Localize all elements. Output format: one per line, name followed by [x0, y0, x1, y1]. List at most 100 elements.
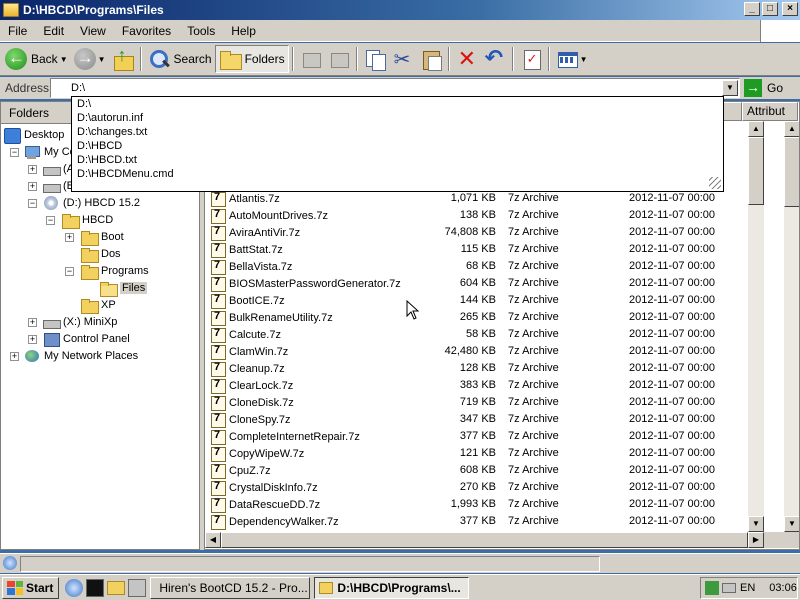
search-button[interactable]: Search: [145, 45, 215, 73]
tree-item-programs[interactable]: Programs: [81, 262, 149, 280]
close-button[interactable]: ×: [782, 2, 798, 16]
menu-view[interactable]: View: [72, 24, 114, 38]
file-row[interactable]: CopyWipeW.7z 121 KB 7z Archive 2012-11-07 0…: [205, 445, 757, 462]
vertical-scrollbar[interactable]: ▲ ▼: [784, 121, 799, 532]
tray-drive-icon[interactable]: [722, 583, 736, 593]
delete-button[interactable]: [453, 45, 481, 73]
file-row[interactable]: AutoMountDrives.7z 138 KB 7z Archive 2012-1…: [205, 207, 757, 224]
menu-help[interactable]: Help: [223, 24, 264, 38]
file-row[interactable]: DataRescueDD.7z 1,993 KB 7z Archive 2012-11…: [205, 496, 757, 513]
scroll-up-button[interactable]: ▲: [784, 121, 799, 137]
clock[interactable]: 03:06: [769, 582, 797, 594]
undo-button[interactable]: [481, 45, 509, 73]
tree-item-boot[interactable]: Boot: [81, 228, 124, 246]
autocomplete-item[interactable]: D:\HBCDMenu.cmd: [72, 167, 723, 181]
expand-toggle[interactable]: +: [28, 165, 37, 174]
file-row[interactable]: AviraAntiVir.7z 74,808 KB 7z Archive 2012-1…: [205, 224, 757, 241]
menu-tools[interactable]: Tools: [179, 24, 223, 38]
autocomplete-item[interactable]: D:\: [72, 97, 723, 111]
expand-toggle[interactable]: +: [10, 352, 19, 361]
collapse-toggle[interactable]: −: [65, 267, 74, 276]
file-row[interactable]: CloneSpy.7z 347 KB 7z Archive 2012-11-07 00…: [205, 411, 757, 428]
up-button[interactable]: [109, 45, 137, 73]
collapse-toggle[interactable]: −: [46, 216, 55, 225]
taskbar-task-explorer[interactable]: D:\HBCD\Programs\...: [314, 576, 470, 599]
chevron-down-icon[interactable]: ▼: [98, 55, 106, 64]
file-row[interactable]: CrystalDiskInfo.7z 270 KB 7z Archive 2012-1…: [205, 479, 757, 496]
address-input[interactable]: D:\ ▼: [50, 78, 740, 98]
file-row[interactable]: DependencyWalker.7z 377 KB 7z Archive 2012-…: [205, 513, 757, 530]
tree-item-drive-d[interactable]: (D:) HBCD 15.2: [43, 194, 140, 211]
folders-button[interactable]: Folders: [214, 45, 289, 73]
file-row[interactable]: BIOSMasterPasswordGenerator.7z 604 KB 7z A…: [205, 275, 757, 292]
address-value[interactable]: D:\: [71, 82, 85, 94]
chevron-down-icon[interactable]: ▼: [580, 55, 588, 64]
scroll-down-button[interactable]: ▼: [748, 516, 764, 532]
move-to-button[interactable]: [297, 45, 325, 73]
tree-item-desktop[interactable]: Desktop: [4, 126, 64, 144]
tree-item-files[interactable]: Files: [100, 279, 148, 297]
scroll-thumb[interactable]: [748, 137, 764, 205]
back-button[interactable]: Back ▼: [2, 45, 71, 73]
autocomplete-item[interactable]: D:\HBCD: [72, 139, 723, 153]
scroll-left-button[interactable]: ◀: [205, 532, 221, 548]
language-indicator[interactable]: EN: [740, 582, 755, 594]
tree-item-drive-x[interactable]: (X:) MiniXp: [43, 313, 117, 330]
copy-to-button[interactable]: [325, 45, 353, 73]
inner-vertical-scrollbar[interactable]: ▲ ▼: [748, 121, 764, 532]
address-dropdown-button[interactable]: ▼: [722, 80, 738, 96]
scroll-down-button[interactable]: ▼: [784, 516, 799, 532]
chevron-down-icon[interactable]: ▼: [60, 55, 68, 64]
file-row[interactable]: Calcute.7z 58 KB 7z Archive 2012-11-07 00:0…: [205, 326, 757, 343]
file-row[interactable]: ClearLock.7z 383 KB 7z Archive 2012-11-07 0…: [205, 377, 757, 394]
paste-button[interactable]: [417, 45, 445, 73]
autocomplete-item[interactable]: D:\HBCD.txt: [72, 153, 723, 167]
views-button[interactable]: ▼: [553, 45, 591, 73]
column-header-attributes[interactable]: Attribut: [742, 102, 798, 121]
file-row[interactable]: CloneDisk.7z 719 KB 7z Archive 2012-11-07 0…: [205, 394, 757, 411]
expand-toggle[interactable]: +: [28, 335, 37, 344]
file-row[interactable]: BattStat.7z 115 KB 7z Archive 2012-11-07 00…: [205, 241, 757, 258]
title-bar[interactable]: D:\HBCD\Programs\Files _ □ ×: [0, 0, 800, 20]
go-button[interactable]: → Go: [744, 79, 783, 97]
tree-item-network-places[interactable]: My Network Places: [24, 347, 138, 364]
tree-item-xp[interactable]: XP: [81, 296, 116, 314]
scroll-thumb[interactable]: [221, 532, 748, 548]
scroll-right-button[interactable]: ▶: [748, 532, 764, 548]
expand-toggle[interactable]: +: [28, 318, 37, 327]
file-row[interactable]: Atlantis.7z 1,071 KB 7z Archive 2012-11-07 …: [205, 190, 757, 207]
resize-grip-icon[interactable]: [709, 177, 721, 189]
autocomplete-item[interactable]: D:\changes.txt: [72, 125, 723, 139]
tree-item-dos[interactable]: Dos: [81, 245, 121, 263]
copy-button[interactable]: [361, 45, 389, 73]
maximize-button[interactable]: □: [762, 2, 778, 16]
minimize-button[interactable]: _: [744, 2, 760, 16]
tree-item-control-panel[interactable]: Control Panel: [43, 330, 130, 347]
scroll-thumb[interactable]: [784, 137, 799, 207]
collapse-toggle[interactable]: −: [10, 148, 19, 157]
menu-edit[interactable]: Edit: [35, 24, 72, 38]
horizontal-scrollbar[interactable]: ◀ ▶: [205, 532, 764, 548]
menu-file[interactable]: File: [0, 24, 35, 38]
collapse-toggle[interactable]: −: [28, 199, 37, 208]
cut-button[interactable]: [389, 45, 417, 73]
tray-app-icon[interactable]: [705, 581, 719, 595]
command-prompt-icon[interactable]: [86, 578, 105, 597]
expand-toggle[interactable]: +: [65, 233, 74, 242]
folder-icon[interactable]: [107, 580, 126, 595]
menu-favorites[interactable]: Favorites: [114, 24, 179, 38]
disk-manager-icon[interactable]: [128, 578, 147, 597]
forward-button[interactable]: ▼: [71, 45, 109, 73]
autocomplete-item[interactable]: D:\autorun.inf: [72, 111, 723, 125]
internet-explorer-icon[interactable]: [65, 578, 84, 597]
expand-toggle[interactable]: +: [28, 182, 37, 191]
file-row[interactable]: CpuZ.7z608 KB7z Archive2012-11-07 00:00R: [205, 462, 757, 479]
taskbar-task-hirens[interactable]: Hiren's BootCD 15.2 - Pro...: [150, 576, 311, 599]
tree-item-hbcd[interactable]: HBCD: [62, 211, 113, 229]
file-row[interactable]: CompleteInternetRepair.7z 377 KB 7z Archiv…: [205, 428, 757, 445]
properties-button[interactable]: [517, 45, 545, 73]
file-row[interactable]: BulkRenameUtility.7z265 KB7z Archive2012…: [205, 309, 757, 326]
start-button[interactable]: Start: [2, 576, 60, 599]
file-row[interactable]: BellaVista.7z 68 KB 7z Archive 2012-11-07 0…: [205, 258, 757, 275]
file-row[interactable]: Cleanup.7z 128 KB 7z Archive 2012-11-07 00:…: [205, 360, 757, 377]
